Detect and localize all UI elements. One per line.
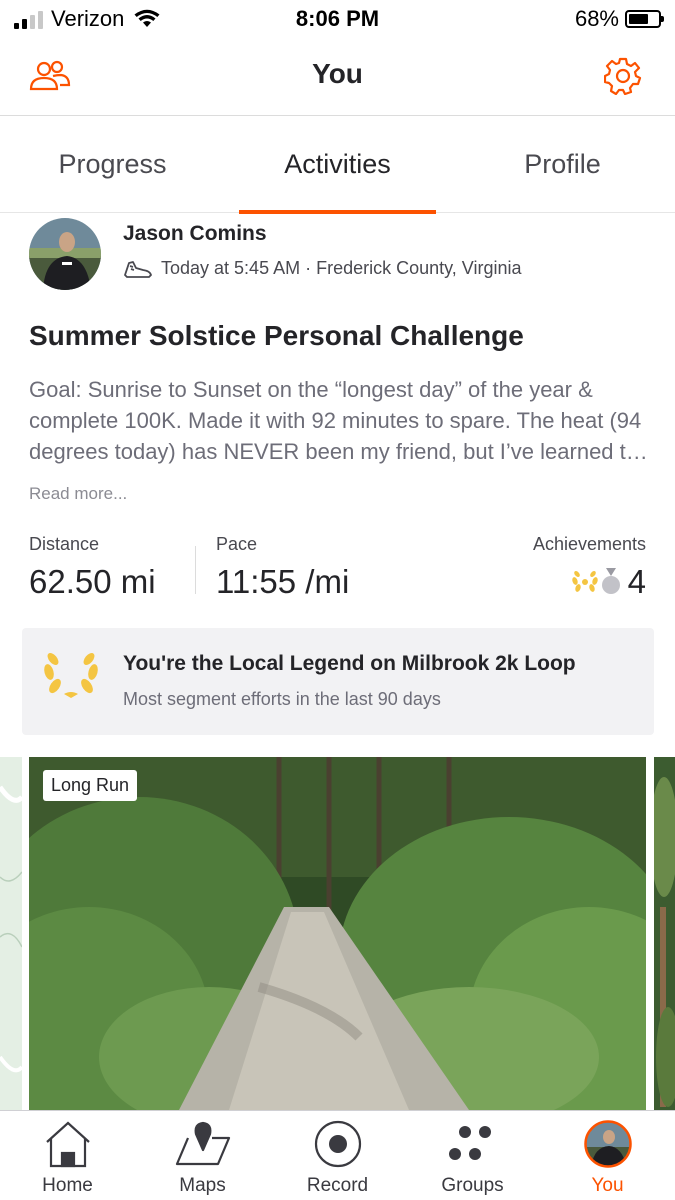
settings-button[interactable] bbox=[601, 56, 645, 96]
battery-percent: 68% bbox=[574, 6, 619, 31]
tab-progress[interactable]: Progress bbox=[0, 117, 225, 213]
activity-meta: Today at 5:45 AM · Frederick County, Vir… bbox=[161, 258, 522, 278]
page-title: You bbox=[312, 58, 363, 89]
clock: 8:06 PM bbox=[295, 6, 380, 31]
activity-title[interactable]: Summer Solstice Personal Challenge bbox=[29, 320, 524, 352]
tab-bar: Progress Activities Profile bbox=[0, 117, 675, 214]
home-icon bbox=[45, 1121, 90, 1168]
battery-icon bbox=[625, 10, 664, 28]
bottom-navigation: Home Maps Record Groups You bbox=[0, 1110, 675, 1200]
athlete-name[interactable]: Jason Comins bbox=[123, 222, 522, 246]
local-legend-title: You're the Local Legend on Milbrook 2k L… bbox=[123, 652, 576, 675]
next-photo-preview[interactable] bbox=[654, 757, 675, 1110]
activity-stats: Distance 62.50 mi Pace 11:55 /mi Achieve… bbox=[29, 534, 646, 604]
app-header: You bbox=[0, 40, 675, 116]
avatar-icon bbox=[583, 1120, 632, 1168]
activity-feed: Jason Comins Today at 5:45 AM · Frederic… bbox=[0, 214, 675, 1110]
pace-value: 11:55 /mi bbox=[216, 563, 350, 600]
nav-you[interactable]: You bbox=[540, 1111, 675, 1200]
maps-icon bbox=[175, 1121, 230, 1166]
nav-groups-label: Groups bbox=[441, 1175, 504, 1196]
achievements-count: 4 bbox=[627, 563, 646, 600]
read-more-link[interactable]: Read more... bbox=[29, 484, 127, 504]
nav-maps-label: Maps bbox=[179, 1175, 226, 1196]
status-bar: Verizon 8:06 PM 68% bbox=[0, 0, 675, 40]
record-icon bbox=[314, 1120, 361, 1168]
nav-home-label: Home bbox=[42, 1175, 93, 1196]
activity-photo[interactable]: Long Run bbox=[29, 757, 646, 1110]
pace-label: Pace bbox=[216, 534, 258, 554]
stat-divider bbox=[195, 546, 196, 594]
distance-value: 62.50 mi bbox=[29, 563, 156, 600]
nav-maps[interactable]: Maps bbox=[135, 1111, 270, 1200]
shoe-icon bbox=[124, 260, 152, 278]
nav-home[interactable]: Home bbox=[0, 1111, 135, 1200]
settings-gear-icon bbox=[604, 57, 642, 95]
workout-type-badge: Long Run bbox=[43, 770, 138, 801]
laurel-icon bbox=[571, 570, 598, 592]
nav-you-label: You bbox=[591, 1175, 624, 1196]
local-legend-subtitle: Most segment efforts in the last 90 days bbox=[123, 689, 441, 709]
media-carousel[interactable]: Long Run bbox=[0, 757, 675, 1110]
local-legend-banner[interactable]: You're the Local Legend on Milbrook 2k L… bbox=[22, 628, 654, 735]
route-map-preview[interactable] bbox=[0, 757, 22, 1110]
achievements-label: Achievements bbox=[532, 534, 646, 554]
athlete-header[interactable]: Jason Comins Today at 5:45 AM · Frederic… bbox=[29, 218, 522, 290]
groups-icon bbox=[448, 1126, 491, 1160]
nav-groups[interactable]: Groups bbox=[405, 1111, 540, 1200]
tab-activities[interactable]: Activities bbox=[225, 117, 450, 214]
activity-description: Goal: Sunrise to Sunset on the “longest … bbox=[29, 377, 642, 464]
distance-label: Distance bbox=[29, 534, 100, 554]
nav-record[interactable]: Record bbox=[270, 1111, 405, 1200]
athlete-avatar[interactable] bbox=[29, 218, 101, 290]
tab-profile[interactable]: Profile bbox=[450, 117, 675, 213]
local-legend-laurel-icon bbox=[44, 653, 98, 698]
medal-icon bbox=[601, 568, 620, 594]
achievements-stat[interactable]: Achievements 4 bbox=[533, 534, 646, 601]
nav-record-label: Record bbox=[306, 1175, 369, 1196]
